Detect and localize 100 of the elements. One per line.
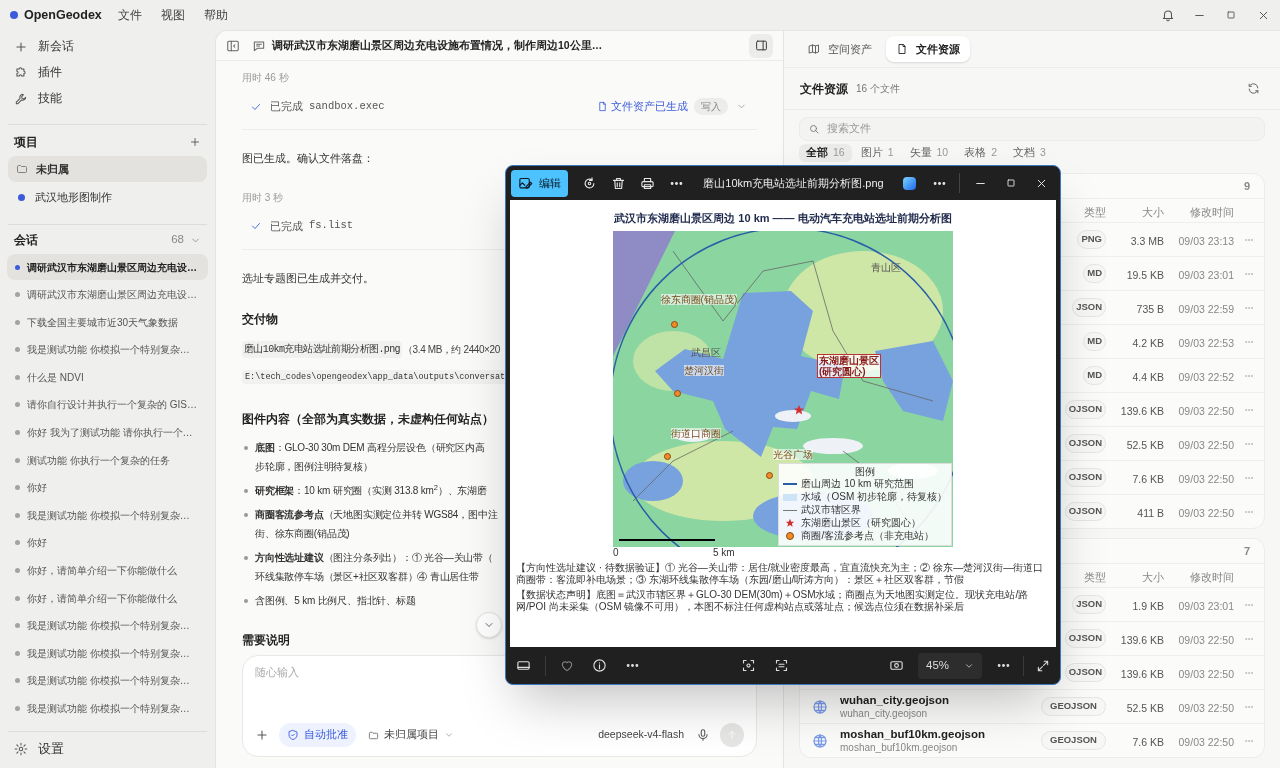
session-item[interactable]: 你好	[7, 529, 208, 556]
actual-size-icon[interactable]	[889, 658, 904, 673]
message-input[interactable]: 随心输入	[255, 664, 475, 722]
session-item[interactable]: 调研武汉市东湖磨山景区周边充电设…	[7, 254, 208, 280]
wrench-icon	[14, 92, 28, 106]
bullet-text: 底图：GLO-30 30m DEM 高程分层设色（研究区内高	[255, 440, 485, 455]
file-size: 411 B	[1137, 506, 1164, 519]
menu-item[interactable]: 视图	[160, 6, 185, 24]
text-scan-icon[interactable]	[773, 658, 789, 673]
sidebar-action[interactable]: 技能	[8, 87, 207, 111]
search-field[interactable]: 搜索文件	[799, 117, 1265, 141]
filter-tab[interactable]: 图片 1	[853, 144, 901, 162]
modified-time: 09/03 22:50	[1178, 506, 1234, 519]
project-item[interactable]: 武汉地形图制作	[8, 184, 207, 210]
modified-time: 09/03 22:50	[1178, 472, 1234, 485]
model-select[interactable]: deepseek-v4-flash	[598, 727, 684, 743]
bell-icon[interactable]	[1161, 8, 1175, 22]
session-item[interactable]: 什么是 NDVI	[7, 364, 208, 391]
legend-line	[783, 509, 798, 511]
maximize-icon[interactable]	[1005, 177, 1017, 189]
delete-icon[interactable]	[611, 175, 626, 191]
filter-tab[interactable]: 文档 3	[1006, 144, 1053, 162]
focus-icon[interactable]	[740, 658, 756, 673]
modified-time: 09/03 22:59	[1178, 302, 1234, 315]
session-item[interactable]: 下载全国主要城市近30天气象数据	[7, 309, 208, 336]
settings-button[interactable]: 设置	[0, 732, 215, 766]
session-item[interactable]: 调研武汉市东湖磨山景区周边充电设…	[7, 281, 208, 308]
file-size: 139.6 KB	[1120, 633, 1164, 646]
column-header: 类型	[1084, 205, 1106, 218]
file-name-code: 磨山10km充电站选址前期分析图.png	[242, 340, 402, 358]
bullet-text: 环线集散停车场（景区+社区双客群）④ 青山居住带	[255, 569, 479, 584]
chevron-down-icon	[444, 730, 454, 740]
menu-item[interactable]: 文件	[117, 6, 142, 24]
heart-icon[interactable]	[560, 658, 574, 673]
filter-tab[interactable]: 全部 16	[799, 144, 852, 162]
modified-time: 09/03 22:50	[1178, 735, 1234, 748]
session-item[interactable]: 请你自行设计并执行一个复杂的 GIS…	[7, 391, 208, 418]
panel-toggle-button[interactable]	[749, 33, 773, 58]
message-text: 图已生成。确认文件落盘：	[242, 151, 374, 167]
microphone-icon[interactable]	[696, 728, 710, 742]
sidebar-action[interactable]: 插件	[8, 61, 207, 85]
place-marker	[664, 453, 671, 461]
image-editor-icon[interactable]	[903, 176, 916, 190]
panel-tab[interactable]: 文件资源	[886, 36, 970, 62]
place-label: 楚河汉街	[684, 364, 725, 376]
panel-tab[interactable]: 空间资产	[798, 36, 882, 62]
place-marker	[670, 320, 678, 328]
puzzle-icon	[14, 66, 28, 80]
project-select[interactable]: 未归属项目	[368, 727, 454, 743]
add-icon[interactable]	[255, 728, 269, 742]
session-item[interactable]: 我是测试功能 你模拟一个特别复杂…	[7, 640, 208, 667]
file-size: 735 B	[1136, 302, 1164, 315]
file-type-badge: JSON	[1072, 595, 1106, 614]
star-icon	[785, 518, 796, 528]
info-icon[interactable]	[592, 658, 607, 673]
scale-label: 0	[613, 546, 620, 559]
session-item[interactable]: 你好	[7, 474, 208, 501]
add-icon[interactable]	[189, 136, 201, 148]
asset-link[interactable]: 文件资产已生成	[597, 98, 688, 115]
sidebar-action[interactable]: 新会话	[8, 35, 207, 59]
menu-item[interactable]: 帮助	[203, 6, 228, 24]
search-icon	[808, 123, 820, 135]
expand-icon[interactable]	[1036, 658, 1050, 673]
file-size: 7.6 KB	[1132, 472, 1164, 485]
elapsed-time: 用时 46 秒	[242, 71, 289, 85]
filter-tab[interactable]: 矢量 10	[902, 144, 956, 162]
zoom-dropdown[interactable]: 45%	[918, 652, 982, 679]
group-count: 9	[1243, 178, 1250, 194]
filter-tab[interactable]: 表格 2	[957, 144, 1005, 162]
print-icon[interactable]	[640, 175, 655, 191]
search-input[interactable]: 搜索文件	[827, 121, 1256, 137]
tool-status: 已完成	[270, 218, 303, 234]
globe-icon	[812, 732, 828, 749]
map-title: 武汉市东湖磨山景区周边 10 km —— 电动汽车充电站选址前期分析图	[614, 211, 952, 226]
chat-icon	[252, 38, 266, 53]
session-item[interactable]: 你好，请简单介绍一下你能做什么	[7, 557, 208, 584]
refresh-icon[interactable]	[1247, 82, 1260, 95]
session-item[interactable]: 你好，请简单介绍一下你能做什么	[7, 585, 208, 612]
session-item[interactable]: 我是测试功能 你模拟一个特别复杂…	[7, 695, 208, 722]
session-item[interactable]: 我是测试功能 你模拟一个特别复杂…	[7, 667, 208, 694]
file-count: 16 个文件	[856, 82, 900, 96]
session-item[interactable]: 我是测试功能 你模拟一个特别复杂…	[7, 612, 208, 639]
legend-text: 武汉市辖区界	[801, 504, 862, 516]
sidebar-toggle-icon[interactable]	[226, 38, 240, 53]
session-item[interactable]: 我是测试功能 你模拟一个特别复杂…	[7, 502, 208, 529]
file-type-badge: OJSON	[1064, 629, 1106, 648]
maximize-icon[interactable]	[1225, 9, 1237, 21]
session-item[interactable]: 我是测试功能 你模拟一个特别复杂…	[7, 336, 208, 363]
rotate-icon[interactable]	[582, 175, 597, 191]
panel-icon	[754, 39, 768, 52]
session-item[interactable]: 测试功能 你执行一个复杂的任务	[7, 447, 208, 474]
bullet-text: 方向性选址建议（图注分条列出）：① 光谷—关山带（	[255, 550, 493, 565]
session-item[interactable]: 你好 我为了测试功能 请你执行一个…	[7, 419, 208, 446]
edit-button[interactable]: 编辑	[511, 169, 568, 197]
filmstrip-icon[interactable]	[516, 658, 531, 673]
file-type-badge: MD	[1083, 366, 1106, 385]
column-header: 修改时间	[1190, 205, 1234, 218]
project-item[interactable]: 未归属	[8, 156, 207, 182]
file-type-badge: MD	[1083, 264, 1106, 283]
auto-approve-toggle[interactable]: 自动批准	[279, 723, 356, 747]
